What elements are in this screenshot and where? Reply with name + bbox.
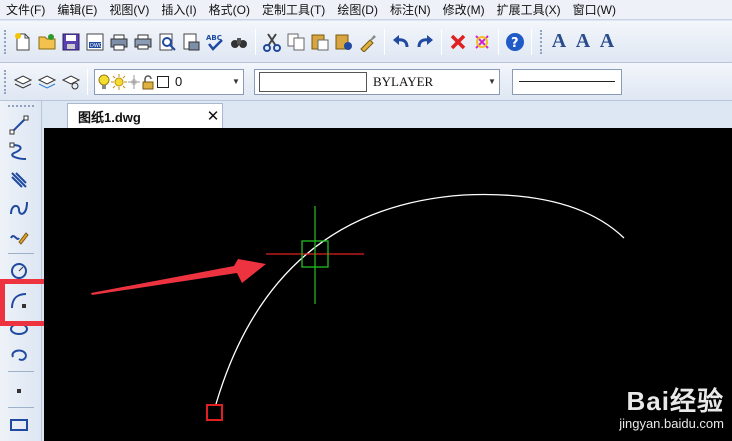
layer-manager-icon[interactable] [12, 71, 34, 93]
spline-tool-icon[interactable] [7, 196, 31, 220]
layer-previous-icon[interactable] [60, 71, 82, 93]
purge-icon[interactable] [471, 31, 493, 53]
color-value: BYLAYER [373, 73, 434, 89]
color-dropdown[interactable]: BYLAYER ▼ [254, 68, 500, 95]
find-icon[interactable] [228, 31, 250, 53]
tab-drawing[interactable]: 图纸1.dwg ✕ [67, 103, 223, 128]
menu-extended-tools[interactable]: 扩展工具(X) [491, 0, 567, 20]
chevron-down-icon[interactable]: ▼ [485, 70, 499, 94]
print-preview-icon[interactable] [156, 31, 178, 53]
menu-window[interactable]: 窗口(W) [567, 0, 622, 20]
layer-state-icon[interactable] [36, 71, 58, 93]
text-style-a-icon[interactable]: A [595, 30, 619, 53]
close-icon[interactable]: ✕ [204, 107, 222, 125]
publish-icon[interactable] [180, 31, 202, 53]
layer-on-icon [98, 74, 110, 89]
linetype-dropdown[interactable] [512, 68, 622, 95]
linetype-preview [519, 81, 615, 82]
drawing-canvas[interactable]: Bai经验 jingyan.baidu.com [44, 128, 732, 441]
print-icon[interactable] [132, 31, 154, 53]
spell-check-icon[interactable]: ABC [204, 31, 226, 53]
save-as-icon[interactable]: DWG [84, 31, 106, 53]
paste-special-icon[interactable] [333, 31, 355, 53]
layer-thaw-icon [111, 73, 127, 90]
color-swatch [259, 71, 367, 92]
delete-icon[interactable] [447, 31, 469, 53]
svg-text:?: ? [511, 36, 519, 51]
revision-cloud-tool-icon[interactable] [7, 343, 31, 367]
toolbar-separator [8, 371, 34, 372]
layer-lock-icon [142, 74, 154, 89]
plot-icon[interactable] [108, 31, 130, 53]
toolbar-separator [8, 407, 34, 408]
toolbar-grip[interactable] [540, 29, 544, 54]
menu-format[interactable]: 格式(O) [203, 0, 256, 20]
toolbar-grip[interactable] [4, 29, 8, 54]
menu-custom-tools[interactable]: 定制工具(T) [256, 0, 331, 20]
help-icon[interactable]: ? [504, 31, 526, 53]
layer-color-swatch [157, 75, 169, 88]
arc-tool-highlight [0, 279, 50, 326]
toolbar-separator [8, 253, 34, 254]
arc-entity[interactable] [215, 193, 625, 405]
line-tool-icon[interactable] [7, 113, 31, 137]
pointer-arrow [91, 259, 266, 295]
multiline-tool-icon[interactable] [7, 168, 31, 192]
properties-toolbar: 0 ▼ BYLAYER ▼ [0, 63, 732, 101]
svg-text:DWG: DWG [90, 43, 103, 49]
toolbar-grip[interactable] [4, 69, 8, 94]
new-file-icon[interactable] [12, 31, 34, 53]
watermark: Bai经验 jingyan.baidu.com [554, 381, 724, 431]
toolbar-separator [384, 28, 385, 55]
cad-application-window: 文件(F) 编辑(E) 视图(V) 插入(I) 格式(O) 定制工具(T) 绘图… [0, 0, 732, 441]
watermark-brand: Bai经验 [626, 386, 724, 416]
save-icon[interactable] [60, 31, 82, 53]
menu-dimension[interactable]: 标注(N) [384, 0, 437, 20]
open-file-icon[interactable] [36, 31, 58, 53]
polyline-tool-icon[interactable] [7, 140, 31, 164]
menu-edit[interactable]: 编辑(E) [51, 0, 103, 20]
toolbar-separator [531, 28, 532, 55]
menu-view[interactable]: 视图(V) [103, 0, 155, 20]
freehand-tool-icon[interactable] [7, 224, 31, 248]
toolbar-separator [441, 28, 442, 55]
text-style-a-icon[interactable]: A [571, 30, 595, 53]
toolbar-separator [87, 68, 88, 95]
tab-title: 图纸1.dwg [78, 109, 141, 125]
toolbar-separator [498, 28, 499, 55]
menu-insert[interactable]: 插入(I) [155, 0, 202, 20]
menu-file[interactable]: 文件(F) [0, 0, 51, 20]
cut-icon[interactable] [261, 31, 283, 53]
paste-icon[interactable] [309, 31, 331, 53]
text-style-a-icon[interactable]: A [547, 30, 571, 53]
layer-name: 0 [175, 74, 183, 89]
match-properties-icon[interactable] [357, 31, 379, 53]
chevron-down-icon[interactable]: ▼ [229, 70, 243, 94]
menu-bar: 文件(F) 编辑(E) 视图(V) 插入(I) 格式(O) 定制工具(T) 绘图… [0, 0, 732, 20]
toolbar-separator [255, 28, 256, 55]
point-tool-icon[interactable] [7, 379, 31, 403]
undo-icon[interactable] [390, 31, 412, 53]
toolbar-grip[interactable] [8, 105, 34, 108]
arc-start-grip[interactable] [206, 404, 223, 421]
layer-dropdown[interactable]: 0 ▼ [94, 68, 244, 95]
document-tab-bar: 图纸1.dwg ✕ [42, 101, 732, 128]
menu-draw[interactable]: 绘图(D) [331, 0, 384, 20]
draw-toolbar [0, 101, 50, 441]
copy-icon[interactable] [285, 31, 307, 53]
watermark-url: jingyan.baidu.com [619, 416, 724, 431]
standard-toolbar: DWG ABC ? A A A [0, 21, 732, 63]
menu-modify[interactable]: 修改(M) [437, 0, 491, 20]
redo-icon[interactable] [414, 31, 436, 53]
layer-viewport-freeze-icon [128, 74, 140, 89]
rectangle-tool-icon[interactable] [7, 413, 31, 437]
